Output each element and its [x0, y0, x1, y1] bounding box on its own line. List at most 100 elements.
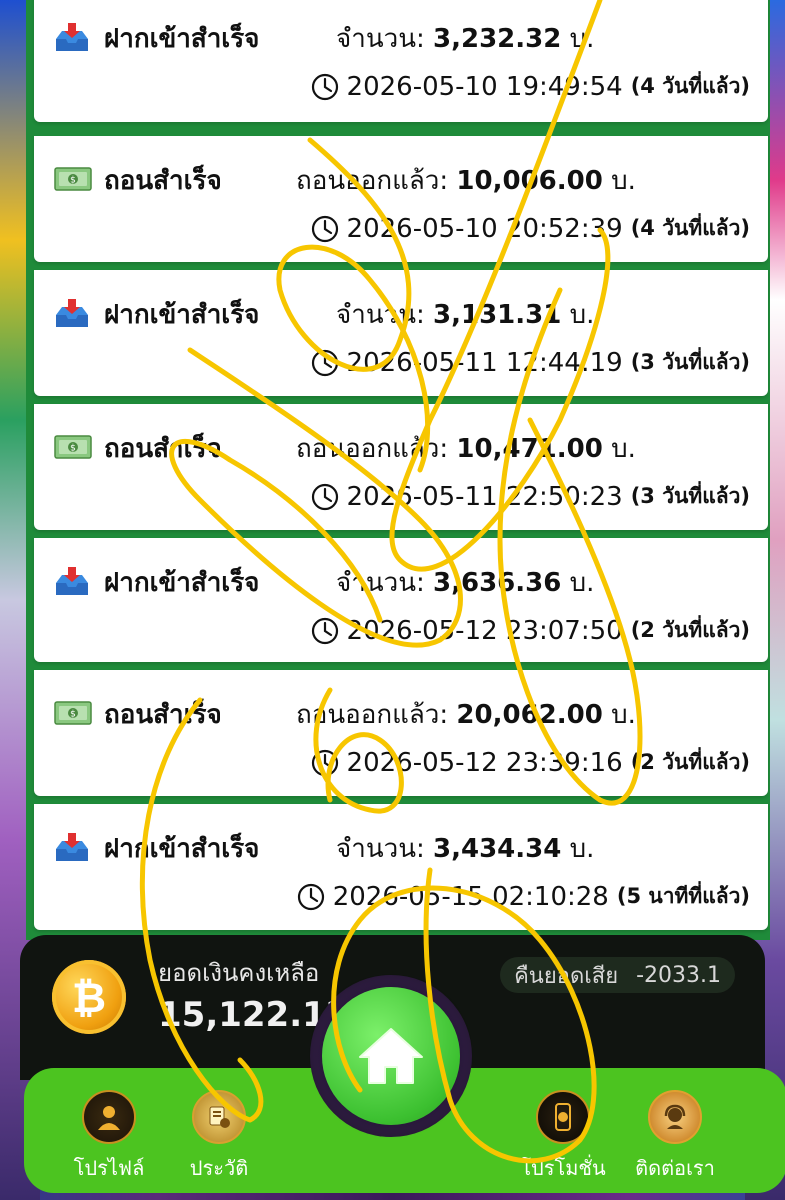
transaction-relative-time: (5 นาทีที่แล้ว)	[616, 884, 750, 908]
transaction-card[interactable]: ฝากเข้าสำเร็จ จำนวน: 3,232.32 บ. 2026-05-1…	[34, 0, 768, 122]
clock-icon	[311, 617, 338, 644]
cashback-value: -2033.1	[636, 962, 721, 988]
amount-value: 3,232.32	[433, 24, 562, 54]
transaction-amount-row: ถอนออกแล้ว: 10,006.00 บ.	[296, 160, 636, 201]
transaction-card[interactable]: ฝากเข้าสำเร็จ จำนวน: 3,131.31 บ. 2026-05-1…	[34, 270, 768, 396]
money-bill-icon: $	[54, 433, 92, 461]
home-icon	[359, 1028, 423, 1084]
transaction-time-row: 2026-05-11 12:44:19 (3 วันที่แล้ว)	[311, 346, 750, 379]
transaction-card[interactable]: ฝากเข้าสำเร็จ จำนวน: 3,636.36 บ. 2026-05-1…	[34, 538, 768, 662]
nav-history[interactable]: ประวัติ	[164, 1090, 274, 1184]
transaction-time-row: 2026-05-11 22:50:23 (3 วันที่แล้ว)	[311, 480, 750, 513]
transaction-time-row: 2026-05-10 19:49:54 (4 วันที่แล้ว)	[311, 70, 750, 103]
nav-contact-label: ติดต่อเรา	[635, 1156, 715, 1180]
svg-text:$: $	[70, 710, 76, 720]
amount-unit: บ.	[569, 24, 595, 54]
transaction-amount-row: จำนวน: 3,434.34 บ.	[336, 828, 594, 869]
transaction-type-label: ฝากเข้าสำเร็จ	[104, 834, 260, 864]
inbox-tray-icon	[54, 299, 90, 327]
headset-icon	[648, 1090, 702, 1144]
profile-icon	[82, 1090, 136, 1144]
transaction-card[interactable]: $ ถอนสำเร็จ ถอนออกแล้ว: 20,062.00 บ. 2026-0…	[34, 670, 768, 796]
amount-value: 3,636.36	[433, 568, 562, 598]
transaction-relative-time: (4 วันที่แล้ว)	[630, 74, 750, 98]
history-icon	[192, 1090, 246, 1144]
transaction-type-label: ถอนสำเร็จ	[104, 700, 222, 730]
transaction-relative-time: (2 วันที่แล้ว)	[630, 618, 750, 642]
amount-unit: บ.	[569, 300, 595, 330]
amount-unit: บ.	[611, 434, 636, 464]
inbox-tray-icon	[54, 567, 90, 595]
clock-icon	[311, 349, 338, 376]
nav-promotion-label: โปรโมชั่น	[520, 1156, 606, 1180]
clock-icon	[311, 483, 338, 510]
amount-label: จำนวน:	[336, 24, 425, 54]
home-button-ring	[310, 975, 472, 1137]
transaction-amount-row: จำนวน: 3,232.32 บ.	[336, 18, 594, 59]
amount-unit: บ.	[569, 834, 595, 864]
transaction-relative-time: (4 วันที่แล้ว)	[630, 216, 750, 240]
transaction-amount-row: จำนวน: 3,131.31 บ.	[336, 294, 594, 335]
transaction-time-row: 2026-05-10 20:52:39 (4 วันที่แล้ว)	[311, 212, 750, 245]
transaction-time-row: 2026-05-12 23:39:16 (2 วันที่แล้ว)	[311, 746, 750, 779]
amount-value: 20,062.00	[456, 700, 603, 730]
nav-profile[interactable]: โปรไฟล์	[54, 1090, 164, 1184]
transaction-card[interactable]: $ ถอนสำเร็จ ถอนออกแล้ว: 10,471.00 บ. 2026-0…	[34, 404, 768, 530]
promotion-icon	[536, 1090, 590, 1144]
transaction-type-label: ถอนสำเร็จ	[104, 434, 222, 464]
amount-label: จำนวน:	[336, 568, 425, 598]
transaction-type-label: ฝากเข้าสำเร็จ	[104, 300, 260, 330]
nav-profile-label: โปรไฟล์	[73, 1156, 145, 1180]
amount-value: 10,006.00	[456, 166, 603, 196]
amount-label: ถอนออกแล้ว:	[296, 434, 449, 464]
amount-label: จำนวน:	[336, 300, 425, 330]
transaction-datetime: 2026-05-11 22:50:23	[346, 481, 623, 512]
money-bill-icon: $	[54, 165, 92, 193]
transaction-datetime: 2026-05-10 20:52:39	[346, 213, 623, 244]
transaction-type-label: ฝากเข้าสำเร็จ	[104, 568, 260, 598]
cashback-label: คืนยอดเสีย	[514, 963, 619, 989]
transaction-datetime: 2026-05-12 23:07:50	[346, 615, 623, 646]
transaction-card[interactable]: ฝากเข้าสำเร็จ จำนวน: 3,434.34 บ. 2026-05-1…	[34, 804, 768, 930]
transaction-datetime: 2026-05-12 23:39:16	[346, 747, 623, 778]
amount-label: ถอนออกแล้ว:	[296, 700, 449, 730]
inbox-tray-icon	[54, 833, 90, 861]
transaction-relative-time: (3 วันที่แล้ว)	[630, 350, 750, 374]
inbox-tray-icon	[54, 23, 90, 51]
svg-text:$: $	[70, 444, 76, 454]
clock-icon	[297, 883, 324, 910]
transaction-type-label: ฝากเข้าสำเร็จ	[104, 24, 260, 54]
transaction-type-label: ถอนสำเร็จ	[104, 166, 222, 196]
amount-unit: บ.	[611, 700, 636, 730]
amount-label: ถอนออกแล้ว:	[296, 166, 449, 196]
transaction-time-row: 2026-05-12 23:07:50 (2 วันที่แล้ว)	[311, 614, 750, 647]
svg-text:$: $	[70, 176, 76, 186]
transaction-amount-row: จำนวน: 3,636.36 บ.	[336, 562, 594, 603]
transaction-datetime: 2026-05-10 19:49:54	[346, 71, 623, 102]
transaction-card[interactable]: $ ถอนสำเร็จ ถอนออกแล้ว: 10,006.00 บ. 2026-0…	[34, 136, 768, 262]
transaction-time-row: 2026-05-15 02:10:28 (5 นาทีที่แล้ว)	[297, 880, 750, 913]
amount-label: จำนวน:	[336, 834, 425, 864]
amount-value: 3,434.34	[433, 834, 562, 864]
balance-label: ยอดเงินคงเหลือ	[158, 959, 320, 987]
transaction-relative-time: (2 วันที่แล้ว)	[630, 750, 750, 774]
clock-icon	[311, 749, 338, 776]
amount-value: 10,471.00	[456, 434, 603, 464]
amount-unit: บ.	[569, 568, 595, 598]
transaction-relative-time: (3 วันที่แล้ว)	[630, 484, 750, 508]
transaction-datetime: 2026-05-11 12:44:19	[346, 347, 623, 378]
amount-unit: บ.	[611, 166, 636, 196]
transaction-list[interactable]: ฝากเข้าสำเร็จ จำนวน: 3,232.32 บ. 2026-05-1…	[26, 0, 770, 940]
amount-value: 3,131.31	[433, 300, 562, 330]
nav-history-label: ประวัติ	[189, 1156, 249, 1180]
transaction-amount-row: ถอนออกแล้ว: 10,471.00 บ.	[296, 428, 636, 469]
cashback-badge[interactable]: คืนยอดเสีย -2033.1	[500, 957, 735, 993]
nav-contact[interactable]: ติดต่อเรา	[620, 1090, 730, 1184]
bitcoin-coin-icon: ₿	[52, 960, 126, 1034]
clock-icon	[311, 73, 338, 100]
home-button[interactable]	[322, 987, 460, 1125]
clock-icon	[311, 215, 338, 242]
nav-promotion[interactable]: โปรโมชั่น	[508, 1090, 618, 1184]
transaction-datetime: 2026-05-15 02:10:28	[332, 881, 609, 912]
money-bill-icon: $	[54, 699, 92, 727]
